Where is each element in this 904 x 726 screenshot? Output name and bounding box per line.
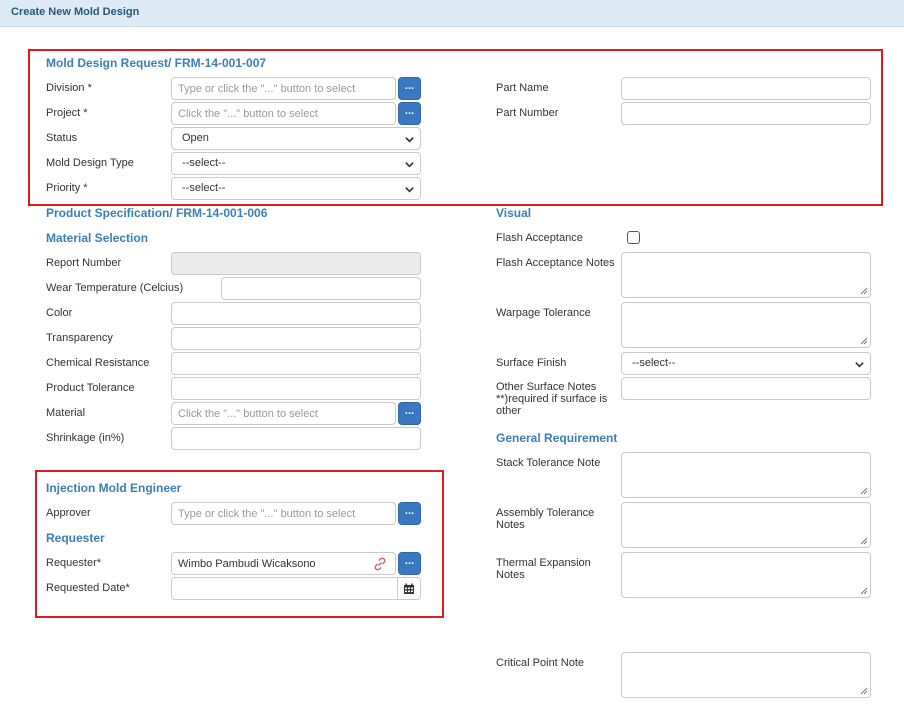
section-title-requester: Requester — [46, 531, 105, 545]
wear-temperature-label: Wear Temperature (Celcius) — [46, 282, 184, 294]
part-name-input[interactable] — [621, 77, 871, 100]
section-title-mold-request: Mold Design Request/ FRM-14-001-007 — [46, 56, 267, 70]
part-number-label: Part Number — [496, 107, 559, 119]
surface-finish-label: Surface Finish — [496, 357, 567, 369]
status-select[interactable]: Open — [171, 127, 421, 150]
assembly-tolerance-notes-textarea[interactable] — [621, 502, 871, 548]
chevron-down-icon — [855, 362, 864, 368]
priority-value: --select-- — [182, 182, 226, 194]
surface-finish-select[interactable]: --select-- — [621, 352, 871, 375]
flash-acceptance-notes-textarea[interactable] — [621, 252, 871, 298]
report-number-label: Report Number — [46, 257, 122, 269]
assembly-tolerance-notes-label: Assembly Tolerance Notes — [496, 507, 595, 531]
transparency-input[interactable] — [171, 327, 421, 350]
mold-design-type-label: Mold Design Type — [46, 157, 134, 169]
other-surface-notes-label: Other Surface Notes **)required if surfa… — [496, 381, 608, 417]
approver-input[interactable] — [171, 502, 396, 525]
flash-acceptance-notes-label: Flash Acceptance Notes — [496, 257, 615, 269]
requested-date-label: Requested Date* — [46, 582, 130, 594]
product-tolerance-label: Product Tolerance — [46, 382, 135, 394]
resize-grip-icon[interactable] — [860, 487, 868, 495]
warpage-tolerance-textarea[interactable] — [621, 302, 871, 348]
thermal-expansion-notes-label: Thermal Expansion Notes — [496, 557, 591, 581]
page-title: Create New Mold Design — [11, 6, 140, 18]
resize-grip-icon[interactable] — [860, 587, 868, 595]
stack-tolerance-note-textarea[interactable] — [621, 452, 871, 498]
calendar-icon — [404, 583, 414, 594]
mold-design-type-select[interactable]: --select-- — [171, 152, 421, 175]
requester-select-button[interactable]: ... — [398, 552, 421, 575]
section-title-general-requirement: General Requirement — [496, 431, 618, 445]
other-surface-notes-input[interactable] — [621, 377, 871, 400]
division-label: Division * — [46, 82, 92, 94]
mold-design-type-value: --select-- — [182, 157, 226, 169]
chevron-down-icon — [405, 162, 414, 168]
section-title-engineer: Injection Mold Engineer — [46, 481, 182, 495]
shrinkage-input[interactable] — [171, 427, 421, 450]
project-input[interactable] — [171, 102, 396, 125]
unlink-icon[interactable] — [373, 557, 387, 571]
resize-grip-icon[interactable] — [860, 687, 868, 695]
priority-label: Priority * — [46, 182, 88, 194]
stack-tolerance-note-label: Stack Tolerance Note — [496, 457, 601, 469]
part-number-input[interactable] — [621, 102, 871, 125]
status-label: Status — [46, 132, 78, 144]
wear-temperature-input[interactable] — [221, 277, 421, 300]
division-input[interactable] — [171, 77, 396, 100]
material-input[interactable] — [171, 402, 396, 425]
product-tolerance-input[interactable] — [171, 377, 421, 400]
section-title-material-selection: Material Selection — [46, 231, 149, 245]
material-select-button[interactable]: ... — [398, 402, 421, 425]
report-number-input — [171, 252, 421, 275]
color-input[interactable] — [171, 302, 421, 325]
critical-point-note-textarea[interactable] — [621, 652, 871, 698]
requested-date-picker-button[interactable] — [397, 577, 421, 600]
resize-grip-icon[interactable] — [860, 337, 868, 345]
material-label: Material — [46, 407, 86, 419]
resize-grip-icon[interactable] — [860, 537, 868, 545]
transparency-label: Transparency — [46, 332, 113, 344]
section-title-visual: Visual — [496, 206, 532, 220]
resize-grip-icon[interactable] — [860, 287, 868, 295]
flash-acceptance-label: Flash Acceptance — [496, 232, 583, 244]
highlight-mold-request — [28, 49, 883, 206]
requester-input[interactable] — [171, 552, 396, 575]
approver-label: Approver — [46, 507, 91, 519]
chevron-down-icon — [405, 187, 414, 193]
surface-finish-value: --select-- — [632, 357, 676, 369]
requested-date-input[interactable] — [171, 577, 398, 600]
section-title-product-spec: Product Specification/ FRM-14-001-006 — [46, 206, 268, 220]
critical-point-note-label: Critical Point Note — [496, 657, 585, 669]
page-header: Create New Mold Design — [0, 0, 904, 27]
approver-select-button[interactable]: ... — [398, 502, 421, 525]
requester-label: Requester* — [46, 557, 102, 569]
flash-acceptance-checkbox[interactable] — [627, 231, 640, 244]
chevron-down-icon — [405, 137, 414, 143]
project-label: Project * — [46, 107, 88, 119]
color-label: Color — [46, 307, 73, 319]
division-select-button[interactable]: ... — [398, 77, 421, 100]
thermal-expansion-notes-textarea[interactable] — [621, 552, 871, 598]
warpage-tolerance-label: Warpage Tolerance — [496, 307, 591, 319]
priority-select[interactable]: --select-- — [171, 177, 421, 200]
status-select-value: Open — [182, 132, 209, 144]
project-select-button[interactable]: ... — [398, 102, 421, 125]
chemical-resistance-input[interactable] — [171, 352, 421, 375]
chemical-resistance-label: Chemical Resistance — [46, 357, 150, 369]
part-name-label: Part Name — [496, 82, 549, 94]
shrinkage-label: Shrinkage (in%) — [46, 432, 125, 444]
